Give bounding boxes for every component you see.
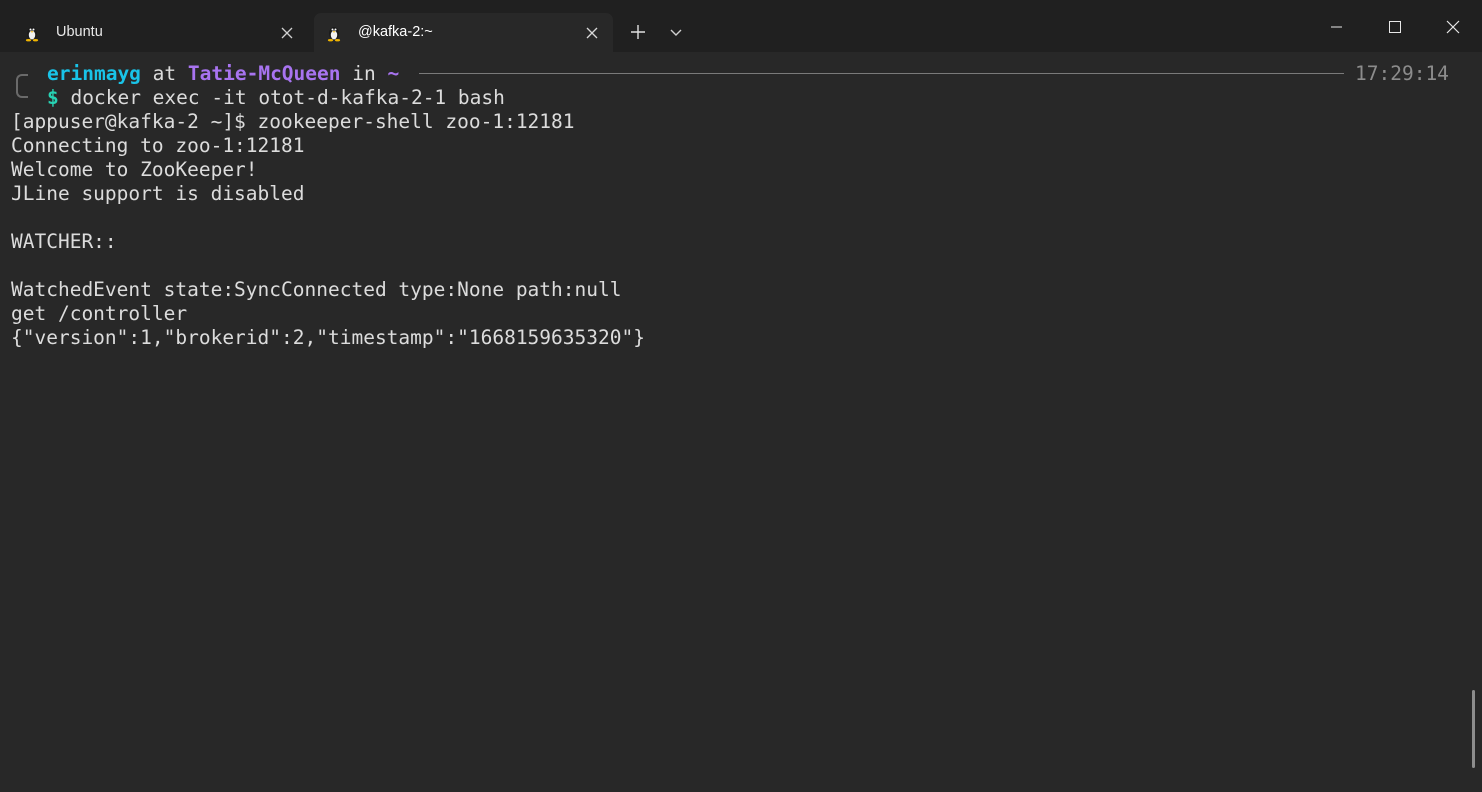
prompt-time: 17:29:14: [1355, 62, 1449, 85]
output-line: {"version":1,"brokerid":2,"timestamp":"1…: [11, 326, 645, 349]
prompt-host: Tatie-McQueen: [187, 62, 341, 85]
prompt-bracket: [16, 74, 28, 98]
maximize-icon: [1389, 21, 1401, 33]
terminal-window: Ubuntu @kafka-2:~ erinmayg at Tatie-McQu…: [0, 0, 1482, 792]
command-text: docker exec -it otot-d-kafka-2-1 bash: [58, 86, 505, 109]
close-icon: [1446, 20, 1460, 34]
output-line: Welcome to ZooKeeper!: [11, 158, 258, 181]
new-tab-icon[interactable]: [624, 18, 652, 46]
prompt-in: in: [340, 62, 388, 85]
prompt-symbol: $: [47, 86, 59, 109]
tab-kafka-2[interactable]: @kafka-2:~: [314, 13, 613, 52]
minimize-button[interactable]: [1308, 0, 1366, 52]
scrollbar[interactable]: [1472, 690, 1475, 768]
tab-label: Ubuntu: [56, 24, 103, 40]
prompt-user: erinmayg: [47, 62, 141, 85]
prompt-at: at: [140, 62, 188, 85]
close-window-button[interactable]: [1424, 0, 1482, 52]
tab-ubuntu[interactable]: Ubuntu: [12, 13, 308, 52]
output-line: [appuser@kafka-2 ~]$ zookeeper-shell zoo…: [11, 110, 575, 133]
output-line: WatchedEvent state:SyncConnected type:No…: [11, 278, 622, 301]
prompt-dir: ~: [387, 62, 400, 85]
terminal-pane[interactable]: erinmayg at Tatie-McQueen in ~ 17:29:14 …: [0, 52, 1482, 792]
output-line: Connecting to zoo-1:12181: [11, 134, 305, 157]
close-tab-icon[interactable]: [585, 26, 599, 40]
tux-icon: [25, 27, 39, 42]
output-line: get /controller: [11, 302, 188, 325]
tab-bar: Ubuntu @kafka-2:~: [0, 0, 1482, 52]
command-line: $ docker exec -it otot-d-kafka-2-1 bash: [47, 86, 505, 110]
close-tab-icon[interactable]: [280, 26, 294, 40]
output-line: WATCHER::: [11, 230, 117, 253]
chevron-down-icon[interactable]: [664, 20, 688, 44]
output-line: JLine support is disabled: [11, 182, 305, 205]
tab-label: @kafka-2:~: [358, 24, 433, 40]
maximize-button[interactable]: [1366, 0, 1424, 52]
tux-icon: [327, 27, 341, 42]
prompt-line: erinmayg at Tatie-McQueen in ~: [47, 62, 399, 86]
prompt-rule: [419, 73, 1344, 74]
minimize-icon: [1331, 26, 1342, 28]
